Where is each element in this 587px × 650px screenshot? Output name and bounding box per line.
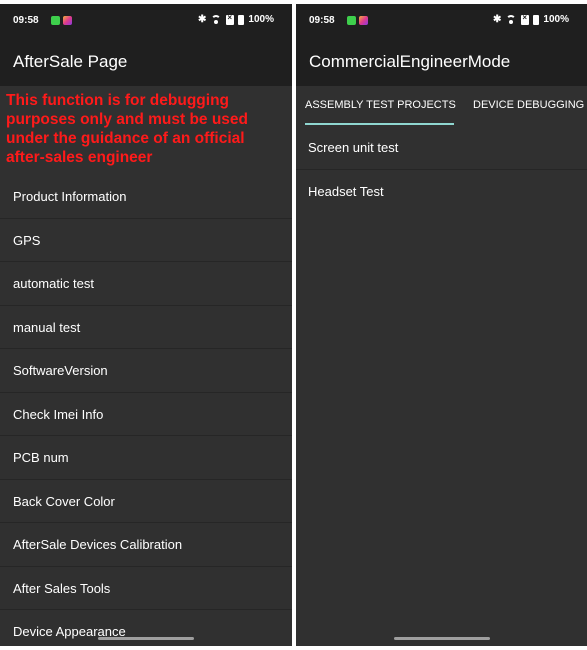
menu-item-manual-test[interactable]: manual test: [0, 306, 292, 349]
menu-item-pcb-num[interactable]: PCB num: [0, 436, 292, 480]
menu-item-product-information[interactable]: Product Information: [0, 175, 292, 219]
page-title: CommercialEngineerMode: [309, 52, 511, 71]
no-sim-icon: [226, 13, 235, 25]
warning-text: This function is for debugging purposes …: [6, 92, 249, 166]
instagram-icon: [359, 16, 368, 25]
aftersale-menu: Product Information GPS automatic test m…: [0, 175, 292, 646]
status-bar: 09:58 ✱ 100%: [296, 4, 587, 38]
list-item-headset-test[interactable]: Headset Test: [296, 170, 587, 214]
app-bar: AfterSale Page: [0, 38, 292, 86]
battery-icon: [533, 14, 540, 25]
wifi-icon: [210, 15, 222, 24]
tab-bar: ASSEMBLY TEST PROJECTS DEVICE DEBUGGING: [296, 86, 587, 126]
wifi-icon: [505, 15, 517, 24]
battery-icon: [238, 14, 245, 25]
instagram-icon: [63, 16, 72, 25]
battery-level: 100%: [248, 14, 274, 25]
bluetooth-icon: ✱: [198, 14, 207, 25]
bluetooth-icon: ✱: [493, 14, 502, 25]
status-bar: 09:58 ✱ 100%: [0, 4, 292, 38]
status-time: 09:58: [309, 15, 335, 26]
tab-assembly-test-projects[interactable]: ASSEMBLY TEST PROJECTS: [305, 99, 456, 111]
commercial-engineer-screen: 09:58 ✱ 100% CommercialEngineerMode ASSE…: [296, 4, 587, 646]
whatsapp-icon: [51, 16, 60, 25]
test-list: Screen unit test Headset Test: [296, 126, 587, 213]
menu-item-gps[interactable]: GPS: [0, 219, 292, 262]
battery-level: 100%: [543, 14, 569, 25]
menu-item-back-cover-color[interactable]: Back Cover Color: [0, 480, 292, 523]
no-sim-icon: [521, 13, 530, 25]
menu-item-automatic-test[interactable]: automatic test: [0, 262, 292, 306]
menu-item-device-appearance[interactable]: Device Appearance: [0, 610, 292, 646]
selected-tab-indicator: [305, 123, 454, 125]
menu-item-software-version[interactable]: SoftwareVersion: [0, 349, 292, 393]
status-time: 09:58: [13, 15, 39, 26]
menu-item-check-imei-info[interactable]: Check Imei Info: [0, 393, 292, 436]
gesture-nav-bar[interactable]: [98, 637, 194, 640]
aftersale-screen: 09:58 ✱ 100% AfterSale Page This functio…: [0, 4, 292, 646]
tab-device-debugging[interactable]: DEVICE DEBUGGING: [473, 99, 584, 111]
page-title: AfterSale Page: [13, 52, 128, 71]
menu-item-aftersale-devices-calibration[interactable]: AfterSale Devices Calibration: [0, 523, 292, 567]
list-item-screen-unit-test[interactable]: Screen unit test: [296, 126, 587, 170]
gesture-nav-bar[interactable]: [393, 637, 490, 640]
app-bar: CommercialEngineerMode: [296, 38, 587, 86]
whatsapp-icon: [347, 16, 356, 25]
menu-item-after-sales-tools[interactable]: After Sales Tools: [0, 567, 292, 610]
